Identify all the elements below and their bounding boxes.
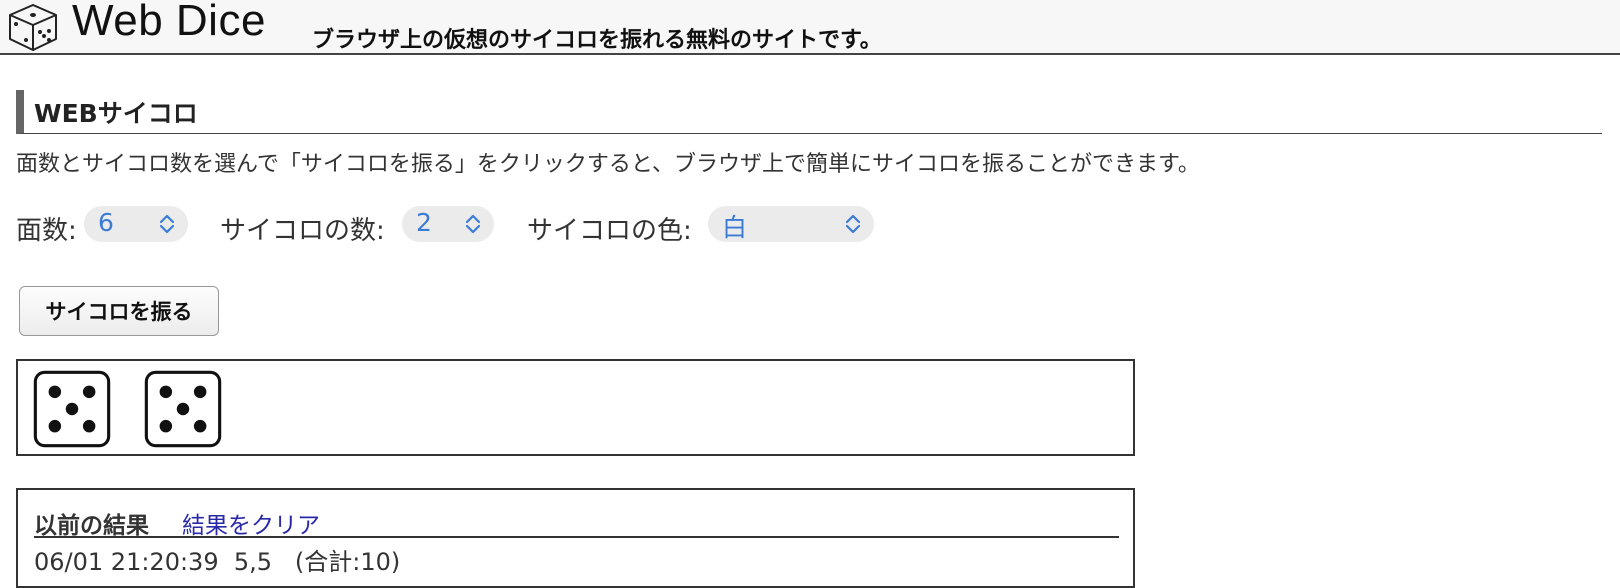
die-pip bbox=[82, 419, 96, 433]
chevron-updown-icon bbox=[159, 214, 175, 234]
site-logo-text[interactable]: Web Dice bbox=[72, 0, 266, 46]
die-pip bbox=[159, 385, 173, 399]
die-pip bbox=[48, 385, 62, 399]
die-pip bbox=[48, 419, 62, 433]
count-select[interactable]: 2 bbox=[402, 206, 494, 242]
previous-results-panel: 以前の結果 結果をクリア 06/01 21:20:39 5,5 (合計:10) bbox=[16, 488, 1135, 588]
die-face-2 bbox=[144, 370, 222, 448]
count-label: サイコロの数: bbox=[220, 216, 385, 246]
color-label: サイコロの色: bbox=[527, 216, 692, 246]
die-pip bbox=[65, 402, 79, 416]
dice-icon[interactable] bbox=[6, 2, 60, 52]
die-face-1 bbox=[33, 370, 111, 448]
faces-select[interactable]: 6 bbox=[84, 206, 188, 242]
site-tagline: ブラウザ上の仮想のサイコロを振れる無料のサイトです。 bbox=[312, 28, 882, 53]
dice-result-area bbox=[16, 359, 1135, 456]
chevron-updown-icon bbox=[845, 214, 861, 234]
roll-dice-button[interactable]: サイコロを振る bbox=[19, 286, 219, 336]
color-select[interactable]: 白 bbox=[708, 206, 874, 242]
section-description: 面数とサイコロ数を選んで「サイコロを振る」をクリックすると、ブラウザ上で簡単にサ… bbox=[16, 152, 1200, 177]
section-heading: WEBサイコロ bbox=[16, 90, 1602, 134]
previous-results-header: 以前の結果 結果をクリア bbox=[34, 504, 1119, 540]
faces-select-value: 6 bbox=[98, 208, 114, 237]
die-pip bbox=[82, 385, 96, 399]
clear-results-link[interactable]: 結果をクリア bbox=[182, 506, 320, 540]
previous-result-row: 06/01 21:20:39 5,5 (合計:10) bbox=[34, 548, 401, 576]
die-pip bbox=[193, 385, 207, 399]
die-pip bbox=[176, 402, 190, 416]
color-select-value: 白 bbox=[722, 213, 748, 242]
chevron-updown-icon bbox=[465, 214, 481, 234]
faces-label: 面数: bbox=[16, 216, 77, 246]
section-title-text: WEBサイコロ bbox=[34, 99, 198, 128]
site-header: Web Dice ブラウザ上の仮想のサイコロを振れる無料のサイトです。 bbox=[0, 0, 1620, 55]
die-pip bbox=[193, 419, 207, 433]
count-select-value: 2 bbox=[416, 208, 432, 237]
die-pip bbox=[159, 419, 173, 433]
previous-results-title: 以前の結果 bbox=[34, 513, 149, 539]
